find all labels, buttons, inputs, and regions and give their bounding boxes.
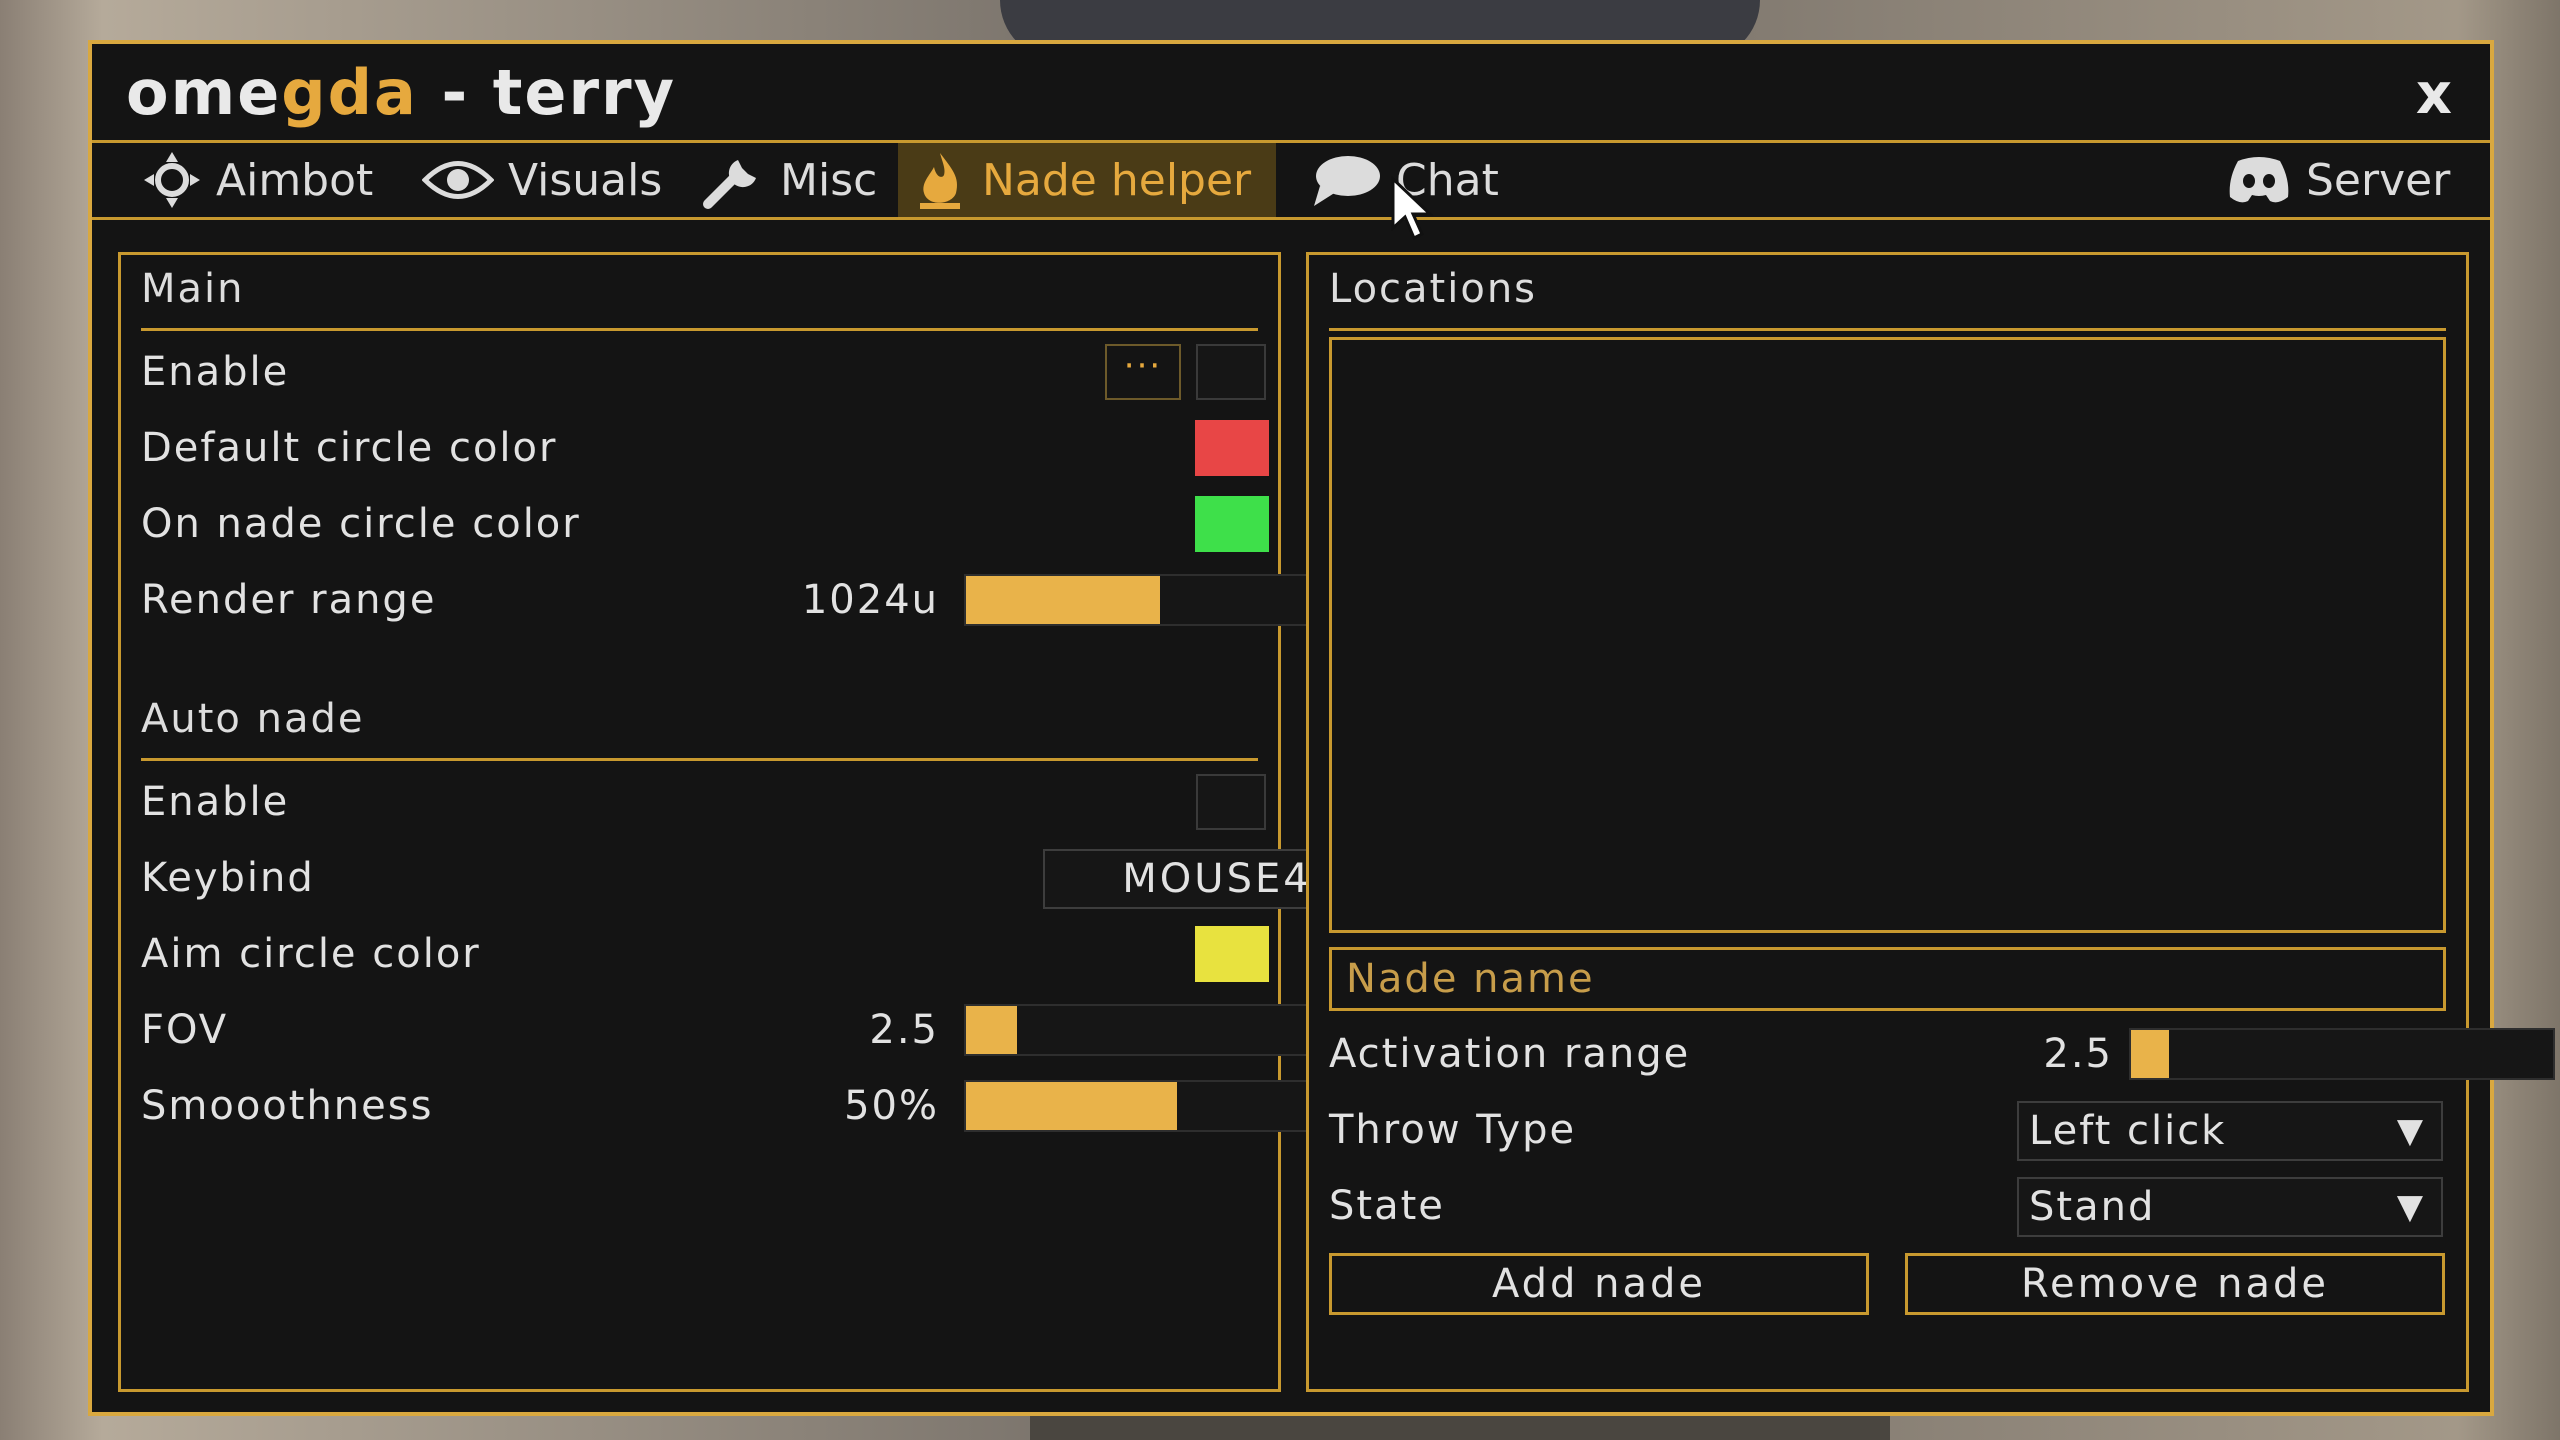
- tab-visuals[interactable]: Visuals: [408, 143, 676, 217]
- render-range-value: 1024u: [801, 577, 939, 623]
- keybind-row: Keybind MOUSE4: [141, 843, 1391, 913]
- chevron-down-icon: ▼: [2396, 1187, 2425, 1227]
- throw-type-label: Throw Type: [1329, 1107, 1577, 1153]
- nade-actions-row: Add nade Remove nade: [1329, 1247, 2446, 1317]
- auto-nade-enable-checkbox[interactable]: [1196, 774, 1266, 830]
- state-selected: Stand: [2029, 1184, 2156, 1230]
- tab-bar: Aimbot Visuals Misc Nade helper Chat Ser…: [92, 140, 2490, 220]
- aim-circle-color-row: Aim circle color: [141, 919, 1269, 989]
- title-bar[interactable]: omegda - terry x: [92, 44, 2490, 140]
- smoothness-value: 50%: [844, 1083, 939, 1129]
- title-text-part2: - terry: [417, 56, 677, 129]
- cheat-menu-window: omegda - terry x Aimbot Visuals Misc Nad…: [88, 40, 2555, 1416]
- nade-name-input[interactable]: Nade name: [1329, 947, 2446, 1011]
- fov-slider-fill: [966, 1006, 1017, 1054]
- activation-range-row: Activation range 2.5: [1329, 1019, 2555, 1089]
- aim-circle-color-label: Aim circle color: [141, 931, 481, 977]
- main-enable-row: Enable ···: [141, 337, 1266, 407]
- wrench-icon: [703, 160, 756, 209]
- on-nade-circle-color-label: On nade circle color: [141, 501, 581, 547]
- render-range-slider-fill: [966, 576, 1161, 624]
- nade-helper-settings-panel: Main Enable ··· Default circle color On …: [118, 252, 1391, 1392]
- auto-nade-section-title: Auto nade: [141, 691, 1258, 761]
- window-title: omegda - terry: [126, 56, 676, 129]
- state-label: State: [1329, 1183, 1445, 1229]
- remove-nade-button[interactable]: Remove nade: [1905, 1253, 2445, 1315]
- state-dropdown[interactable]: Stand ▼: [2017, 1177, 2443, 1237]
- throw-type-selected: Left click: [2029, 1108, 2227, 1154]
- activation-range-slider-fill: [2131, 1030, 2169, 1078]
- tab-server-label: Server: [2306, 154, 2451, 206]
- throw-type-dropdown[interactable]: Left click ▼: [2017, 1101, 2443, 1161]
- tab-nade-helper-label: Nade helper: [982, 154, 1252, 206]
- tab-misc-label: Misc: [780, 154, 878, 206]
- tab-visuals-label: Visuals: [508, 154, 663, 206]
- main-enable-checkbox[interactable]: [1196, 344, 1266, 400]
- discord-icon: [2229, 157, 2289, 203]
- add-nade-button[interactable]: Add nade: [1329, 1253, 1869, 1315]
- on-nade-circle-color-swatch[interactable]: [1195, 496, 1269, 552]
- chevron-down-icon: ▼: [2396, 1111, 2425, 1151]
- flame-icon: [920, 153, 960, 209]
- close-button[interactable]: x: [2416, 62, 2452, 127]
- main-enable-options-button[interactable]: ···: [1105, 344, 1181, 400]
- mouse-cursor-icon: [1391, 176, 1434, 241]
- tab-aimbot-label: Aimbot: [216, 154, 374, 206]
- locations-section-title: Locations: [1329, 261, 2446, 331]
- activation-range-label: Activation range: [1329, 1031, 1691, 1077]
- chat-bubble-icon: [1314, 156, 1380, 206]
- on-nade-circle-color-row: On nade circle color: [141, 489, 1269, 559]
- tab-misc[interactable]: Misc: [688, 143, 891, 217]
- default-circle-color-label: Default circle color: [141, 425, 558, 471]
- fov-row: FOV 2.5: [141, 995, 1390, 1065]
- title-text-part1: ome: [126, 56, 282, 129]
- auto-nade-enable-label: Enable: [141, 779, 290, 825]
- tab-server[interactable]: Server: [2212, 143, 2464, 217]
- default-circle-color-row: Default circle color: [141, 413, 1269, 483]
- fov-value: 2.5: [869, 1007, 939, 1053]
- state-row: State Stand ▼: [1329, 1171, 2446, 1241]
- activation-range-value: 2.5: [2043, 1031, 2113, 1077]
- tab-nade-helper[interactable]: Nade helper: [898, 143, 1276, 217]
- keybind-label: Keybind: [141, 855, 315, 901]
- locations-panel: Locations Nade name Activation range 2.5…: [1306, 252, 2555, 1392]
- locations-list[interactable]: [1329, 337, 2446, 933]
- render-range-label: Render range: [141, 577, 437, 623]
- main-section-title: Main: [141, 261, 1258, 331]
- aim-circle-color-swatch[interactable]: [1195, 926, 1269, 982]
- activation-range-slider[interactable]: [2129, 1028, 2555, 1080]
- smoothness-row: Smooothness 50%: [141, 1071, 1390, 1141]
- smoothness-label: Smooothness: [141, 1083, 434, 1129]
- auto-nade-enable-row: Enable: [141, 767, 1266, 837]
- throw-type-row: Throw Type Left click ▼: [1329, 1095, 2446, 1165]
- eye-icon: [422, 161, 494, 199]
- main-enable-label: Enable: [141, 349, 290, 395]
- tab-aimbot[interactable]: Aimbot: [128, 143, 387, 217]
- title-text-accent: gda: [281, 56, 418, 129]
- render-range-row: Render range 1024u: [141, 565, 1390, 635]
- default-circle-color-swatch[interactable]: [1195, 420, 1269, 476]
- fov-label: FOV: [141, 1007, 229, 1053]
- smoothness-slider-fill: [966, 1082, 1177, 1130]
- crosshair-icon: [144, 152, 200, 208]
